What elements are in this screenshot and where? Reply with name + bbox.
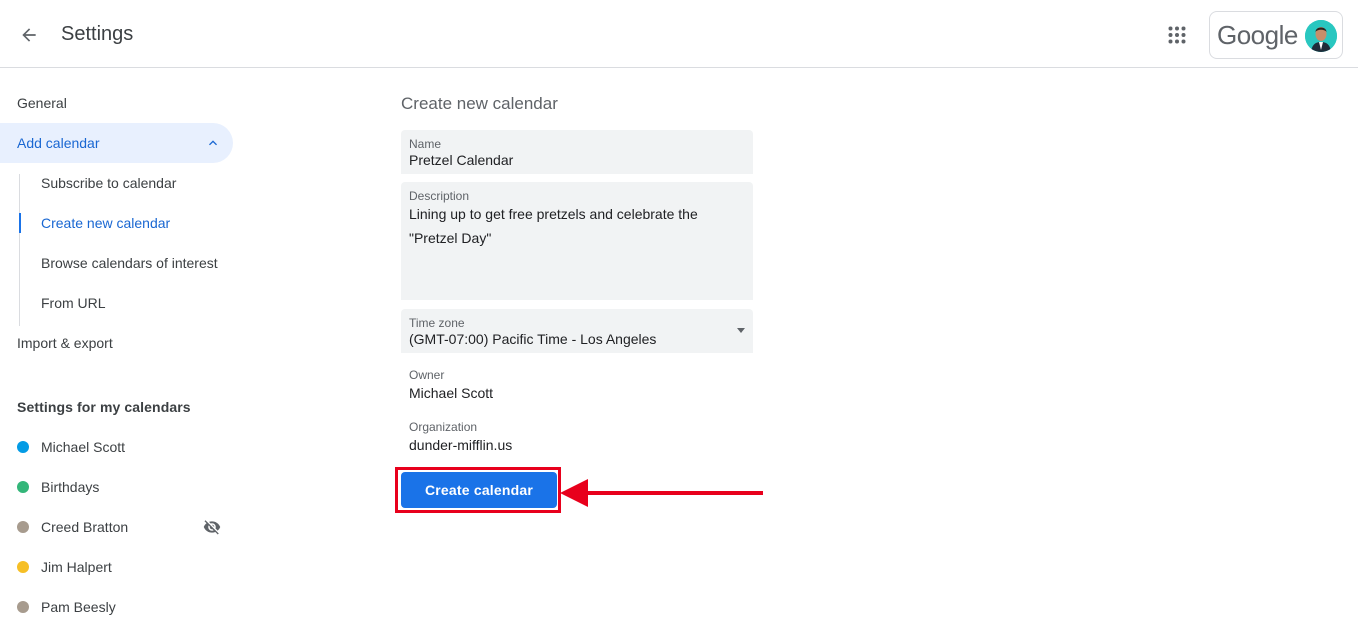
timezone-label: Time zone [409,316,465,330]
apps-grid-icon [1168,26,1186,44]
calendar-color-dot [17,521,29,533]
calendar-item[interactable]: Jim Halpert [0,547,240,587]
page-title: Settings [61,23,134,45]
google-logo: Google [1217,20,1298,50]
nav-import-export[interactable]: Import & export [0,323,233,363]
chevron-up-icon [209,140,217,146]
calendar-name: Creed Bratton [41,519,129,535]
sub-item-browse[interactable]: Browse calendars of interest [19,243,239,283]
sub-item-label: Create new calendar [41,215,171,231]
timezone-select[interactable]: Time zone (GMT-07:00) Pacific Time - Los… [401,309,753,353]
description-label: Description [409,189,470,203]
calendar-name: Jim Halpert [41,559,112,575]
nav-add-calendar-label: Add calendar [17,135,100,151]
calendar-item[interactable]: Creed Bratton [0,507,240,547]
nav-import-export-label: Import & export [17,335,113,351]
sub-item-create-new[interactable]: Create new calendar [19,203,239,243]
annotation-arrow-icon [560,479,763,507]
avatar[interactable] [1305,20,1337,52]
sub-item-subscribe[interactable]: Subscribe to calendar [19,163,239,203]
user-avatar-icon [1305,20,1337,52]
organization-info: Organization dunder-mifflin.us [409,420,512,453]
create-calendar-button[interactable]: Create calendar [401,472,557,508]
arrow-back-icon [22,28,36,42]
form-title: Create new calendar [401,94,558,113]
owner-label: Owner [409,368,445,382]
sub-item-label: Subscribe to calendar [41,175,177,191]
organization-label: Organization [409,420,478,434]
section-title-my-calendars: Settings for my calendars [17,399,191,415]
google-apps-button[interactable] [1162,20,1192,50]
back-button[interactable] [14,20,44,50]
nav-general-label: General [17,95,67,111]
calendar-color-dot [17,441,29,453]
sub-item-label: From URL [41,295,106,311]
organization-value: dunder-mifflin.us [409,437,513,453]
top-bar: Settings Google [0,0,1358,68]
name-input[interactable]: Pretzel Calendar [409,152,513,168]
nav-general[interactable]: General [0,83,233,123]
description-field[interactable]: Description Lining up to get free pretze… [401,182,753,300]
owner-value: Michael Scott [409,385,494,401]
description-textarea[interactable]: Lining up to get free pretzels and celeb… [409,202,739,250]
calendar-name: Michael Scott [41,439,126,455]
name-field[interactable]: Name Pretzel Calendar [401,130,753,174]
visibility-off-icon[interactable] [203,518,221,536]
calendar-item[interactable]: Pam Beesly [0,587,240,623]
calendar-name: Pam Beesly [41,599,116,615]
calendar-color-dot [17,481,29,493]
sub-item-from-url[interactable]: From URL [19,283,239,323]
timezone-value: (GMT-07:00) Pacific Time - Los Angeles [409,331,657,347]
settings-sidebar: General Add calendar Subscribe to calend… [0,68,260,623]
account-switcher[interactable]: Google [1209,11,1343,59]
calendar-item[interactable]: Michael Scott [0,427,240,467]
name-label: Name [409,137,442,151]
nav-add-calendar[interactable]: Add calendar [0,123,233,163]
dropdown-arrow-icon [737,328,745,333]
calendar-color-dot [17,561,29,573]
owner-info: Owner Michael Scott [409,368,493,401]
calendar-item[interactable]: Birthdays [0,467,240,507]
calendar-name: Birthdays [41,479,100,495]
sub-item-label: Browse calendars of interest [41,255,218,271]
calendar-color-dot [17,601,29,613]
